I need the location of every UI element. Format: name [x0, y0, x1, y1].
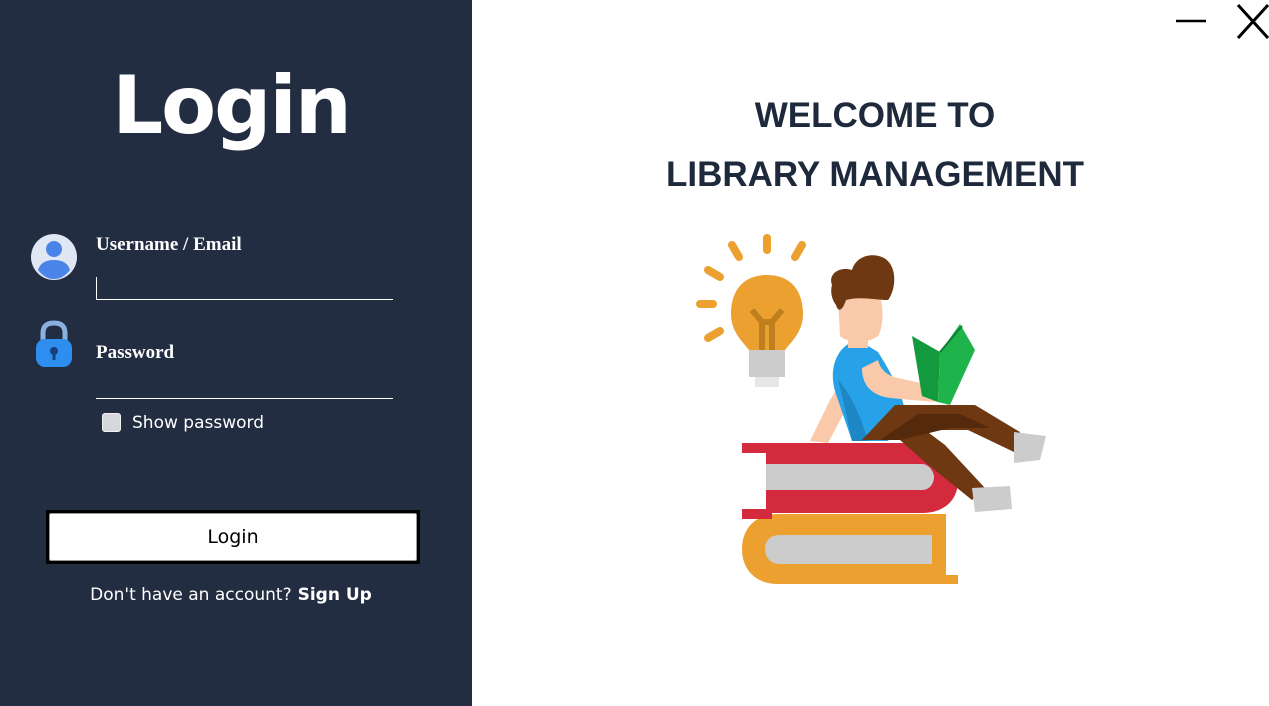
lock-icon [36, 320, 72, 367]
close-icon[interactable] [1235, 2, 1269, 40]
username-underline [96, 299, 393, 300]
reading-illustration [696, 234, 1046, 584]
minimize-icon[interactable] [1174, 10, 1208, 30]
welcome-line-2: LIBRARY MANAGEMENT [665, 155, 1085, 194]
text-cursor [96, 277, 97, 300]
login-button[interactable]: Login [46, 510, 420, 564]
lightbulb-icon [731, 275, 803, 387]
login-button-label: Login [49, 513, 417, 561]
login-title: Login [112, 59, 352, 152]
password-underline [96, 398, 393, 399]
welcome-line-1: WELCOME TO [754, 96, 996, 135]
username-field[interactable] [96, 270, 393, 301]
password-field[interactable] [96, 368, 393, 399]
signup-prompt: Don't have an account? [90, 585, 292, 605]
show-password-label: Show password [132, 413, 264, 433]
signup-row: Don't have an account? Sign Up [0, 585, 462, 605]
signup-link[interactable]: Sign Up [298, 585, 372, 605]
login-panel: Login Username / Email Password Show pas… [0, 0, 472, 706]
user-icon [31, 234, 77, 280]
password-label: Password [96, 342, 175, 363]
show-password-checkbox[interactable] [102, 413, 121, 432]
username-label: Username / Email [96, 234, 242, 255]
orange-book [742, 514, 958, 584]
